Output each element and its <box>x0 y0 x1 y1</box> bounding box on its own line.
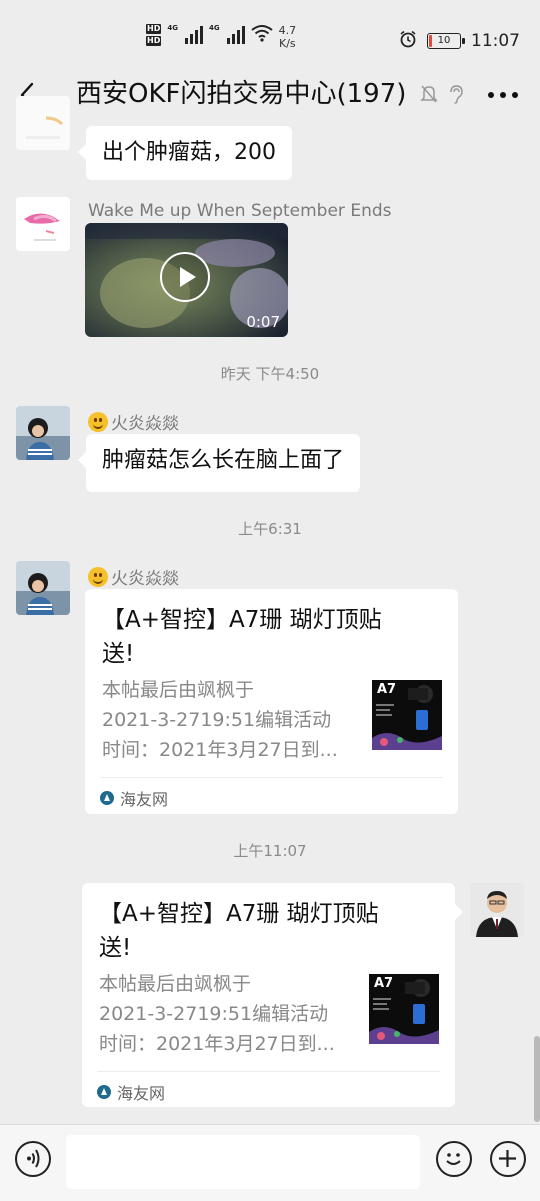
avatar[interactable] <box>16 406 70 460</box>
hd-indicator: HD HD <box>146 24 162 46</box>
timestamp: 昨天 下午4:50 <box>220 365 320 383</box>
sender-name: 火炎焱燚 <box>88 409 179 434</box>
input-bar <box>0 1124 540 1201</box>
card-title: 【A+智控】A7珊 瑚灯顶贴送! <box>99 901 379 961</box>
clock: 11:07 <box>471 31 520 51</box>
card-description: 2021-3-2719:51编辑活动 <box>102 709 332 731</box>
plus-icon <box>499 1150 516 1167</box>
alarm-icon <box>399 30 417 52</box>
link-card[interactable]: 【A+智控】A7珊 瑚灯顶贴送! 本帖最后由飒枫于 2021-3-2719:51… <box>85 589 458 814</box>
card-thumbnail-label: A7 <box>377 682 397 697</box>
battery-icon: 10 <box>427 33 465 49</box>
card-description: 本帖最后由飒枫于 <box>99 973 252 995</box>
avatar[interactable] <box>16 197 70 251</box>
grinning-face-icon <box>88 412 108 432</box>
video-message[interactable]: 0:07 <box>85 223 288 337</box>
voice-input-button[interactable] <box>15 1141 51 1177</box>
network-speed: 4.7 K/s <box>278 24 297 50</box>
source-app-icon <box>97 1085 111 1099</box>
card-description: 时间：2021年3月27日到... <box>102 739 338 761</box>
link-card[interactable]: 【A+智控】A7珊 瑚灯顶贴送! 本帖最后由飒枫于 2021-3-2719:51… <box>82 883 455 1107</box>
chat-title: 西安OKF闪拍交易中心(197) <box>76 79 407 109</box>
status-bar: HD HD 4G 4G 4.7 K/s 10 11:07 <box>0 0 540 68</box>
message-input[interactable] <box>66 1135 420 1189</box>
status-left: HD HD 4G 4G 4.7 K/s <box>146 24 296 50</box>
card-thumbnail-label: A7 <box>374 976 394 991</box>
grinning-face-icon <box>88 567 108 587</box>
message-bubble[interactable]: 出个肿瘤菇，200 <box>78 126 292 180</box>
avatar[interactable] <box>16 561 70 615</box>
message-bubble[interactable]: 肿瘤菇怎么长在脑上面了 <box>77 434 361 492</box>
chat-header: 西安OKF闪拍交易中心(197) <box>0 68 540 122</box>
ear-icon <box>448 84 464 108</box>
sender-name: Wake Me up When September Ends <box>88 201 392 221</box>
card-thumbnail: A7 <box>369 974 439 1044</box>
card-description: 本帖最后由飒枫于 <box>102 679 255 701</box>
video-duration: 0:07 <box>246 313 280 331</box>
card-source: 海友网 <box>100 786 168 810</box>
source-app-icon <box>100 791 114 805</box>
network-type-1: 4G <box>167 24 178 32</box>
card-description: 2021-3-2719:51编辑活动 <box>99 1003 329 1025</box>
signal-icon-1 <box>184 24 203 44</box>
signal-icon-2 <box>226 24 245 44</box>
voice-icon <box>27 1149 40 1168</box>
smiley-icon <box>446 1153 461 1165</box>
sender-name: 火炎焱燚 <box>88 564 179 589</box>
more-functions-button[interactable] <box>490 1141 526 1177</box>
play-icon[interactable] <box>160 252 210 302</box>
mute-bell-icon <box>420 84 438 108</box>
battery-level: 10 <box>437 35 451 46</box>
wifi-icon <box>250 24 273 42</box>
my-avatar[interactable] <box>470 883 524 937</box>
emoji-button[interactable] <box>436 1141 472 1177</box>
avatar[interactable] <box>16 96 70 150</box>
card-thumbnail: A7 <box>372 680 442 750</box>
more-options-button[interactable] <box>488 92 518 98</box>
card-description: 时间：2021年3月27日到... <box>99 1033 335 1055</box>
card-source: 海友网 <box>97 1080 165 1104</box>
status-right: 10 11:07 <box>399 30 520 52</box>
timestamp: 上午11:07 <box>233 842 307 860</box>
scrollbar[interactable] <box>534 1036 540 1122</box>
card-title: 【A+智控】A7珊 瑚灯顶贴送! <box>102 607 382 667</box>
timestamp: 上午6:31 <box>238 520 302 538</box>
network-type-2: 4G <box>208 24 220 32</box>
